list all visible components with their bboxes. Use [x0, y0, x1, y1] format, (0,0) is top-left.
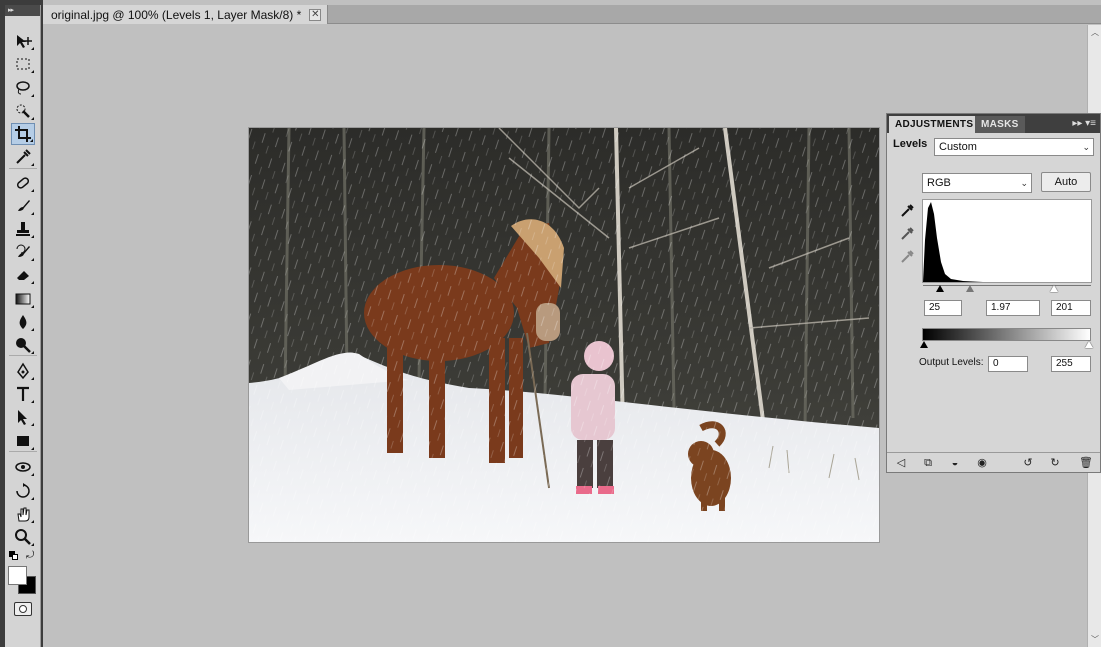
panel-menu-icon[interactable]: ▸▸ ▾≡: [1072, 118, 1096, 129]
reset-icon[interactable]: ↻: [1047, 456, 1063, 470]
preset-select[interactable]: Custom ⌄: [934, 138, 1094, 156]
adjustments-footer: ◁ ⧉ ◒ ◉ ↺ ↻ 🗑: [887, 452, 1100, 472]
preset-select-value: Custom: [939, 141, 977, 153]
scroll-down-arrow-icon[interactable]: ﹀: [1091, 634, 1099, 645]
3d-rotate-tool-icon[interactable]: [11, 456, 35, 478]
adjustments-panel: ADJUSTMENTS MASKS ▸▸ ▾≡: [886, 113, 1101, 473]
output-gradient-bar: [922, 328, 1091, 341]
input-white-slider[interactable]: [1050, 285, 1058, 292]
type-tool-icon[interactable]: [11, 383, 35, 405]
blur-tool-icon[interactable]: [11, 311, 35, 333]
history-brush-icon[interactable]: [11, 241, 35, 263]
levels-label: Levels: [893, 138, 928, 150]
toolbox-collapse-handle[interactable]: ▸▸: [5, 5, 40, 16]
document-image[interactable]: [249, 128, 879, 542]
gradient-tool-icon[interactable]: [11, 288, 35, 310]
levels-histogram: [922, 199, 1092, 283]
scroll-up-arrow-icon[interactable]: ︿: [1091, 27, 1099, 38]
toolbox-separator: [9, 168, 37, 169]
input-gamma-slider[interactable]: [966, 285, 974, 292]
tab-adjustments[interactable]: ADJUSTMENTS: [889, 116, 980, 133]
input-slider-track: [923, 285, 1091, 286]
lasso-tool-icon[interactable]: [11, 77, 35, 99]
dodge-tool-icon[interactable]: [11, 334, 35, 356]
document-tab[interactable]: original.jpg @ 100% (Levels 1, Layer Mas…: [43, 5, 329, 24]
input-black-field[interactable]: 25: [924, 300, 962, 316]
photo-render: [249, 128, 879, 542]
channel-select[interactable]: RGB ⌄: [922, 173, 1032, 193]
output-black-slider[interactable]: [920, 341, 928, 348]
input-white-field[interactable]: 201: [1051, 300, 1091, 316]
move-tool-icon[interactable]: [11, 30, 35, 52]
close-document-icon[interactable]: ✕: [309, 8, 322, 21]
output-white-slider[interactable]: [1085, 341, 1093, 348]
channel-select-value: RGB: [927, 177, 951, 189]
default-colors-icon[interactable]: [9, 551, 19, 561]
pen-tool-icon[interactable]: [11, 360, 35, 382]
auto-button[interactable]: Auto: [1041, 172, 1091, 192]
eyedropper-tool-icon[interactable]: [11, 146, 35, 168]
input-black-slider[interactable]: [936, 285, 944, 292]
eraser-tool-icon[interactable]: [11, 264, 35, 286]
zoom-tool-icon[interactable]: [11, 526, 35, 548]
quick-selection-tool-icon[interactable]: [11, 100, 35, 122]
quick-mask-icon[interactable]: [14, 602, 32, 616]
clone-stamp-icon[interactable]: [11, 218, 35, 240]
rectangle-tool-icon[interactable]: [11, 430, 35, 452]
white-point-eyedropper-icon[interactable]: [899, 249, 915, 265]
spot-healing-brush-icon[interactable]: [11, 172, 35, 194]
back-arrow-icon[interactable]: ◁: [893, 456, 909, 470]
output-white-field[interactable]: 255: [1051, 356, 1091, 372]
toolbox: ▸▸ ⤾: [5, 5, 41, 647]
swap-colors-icon[interactable]: ⤾: [26, 550, 34, 561]
gray-point-eyedropper-icon[interactable]: [899, 226, 915, 242]
chevron-down-icon: ⌄: [1020, 178, 1028, 188]
view-previous-state-icon[interactable]: ↺: [1020, 456, 1036, 470]
3d-orbit-tool-icon[interactable]: [11, 480, 35, 502]
adjustments-panel-tabs: ADJUSTMENTS MASKS ▸▸ ▾≡: [887, 114, 1100, 133]
toolbox-separator: [9, 451, 37, 452]
expand-view-icon[interactable]: ⧉: [920, 456, 936, 470]
path-selection-tool-icon[interactable]: [11, 406, 35, 428]
document-tab-title: original.jpg @ 100% (Levels 1, Layer Mas…: [51, 7, 302, 22]
foreground-color-swatch[interactable]: [8, 566, 27, 585]
document-tab-strip: original.jpg @ 100% (Levels 1, Layer Mas…: [43, 5, 1101, 24]
input-gamma-field[interactable]: 1.97: [986, 300, 1040, 316]
chevron-down-icon: ⌄: [1082, 142, 1090, 152]
trash-icon[interactable]: 🗑: [1078, 456, 1094, 470]
hand-tool-icon[interactable]: [11, 503, 35, 525]
tab-masks[interactable]: MASKS: [975, 116, 1025, 133]
crop-tool-icon[interactable]: [11, 123, 35, 145]
visibility-eye-icon[interactable]: ◉: [974, 456, 990, 470]
brush-tool-icon[interactable]: [11, 195, 35, 217]
output-levels-label: Output Levels:: [919, 357, 984, 368]
output-black-field[interactable]: 0: [988, 356, 1028, 372]
clip-to-layer-icon[interactable]: ◒: [947, 456, 963, 470]
black-point-eyedropper-icon[interactable]: [899, 203, 915, 219]
toolbox-separator: [9, 355, 37, 356]
rectangular-marquee-tool-icon[interactable]: [11, 53, 35, 75]
